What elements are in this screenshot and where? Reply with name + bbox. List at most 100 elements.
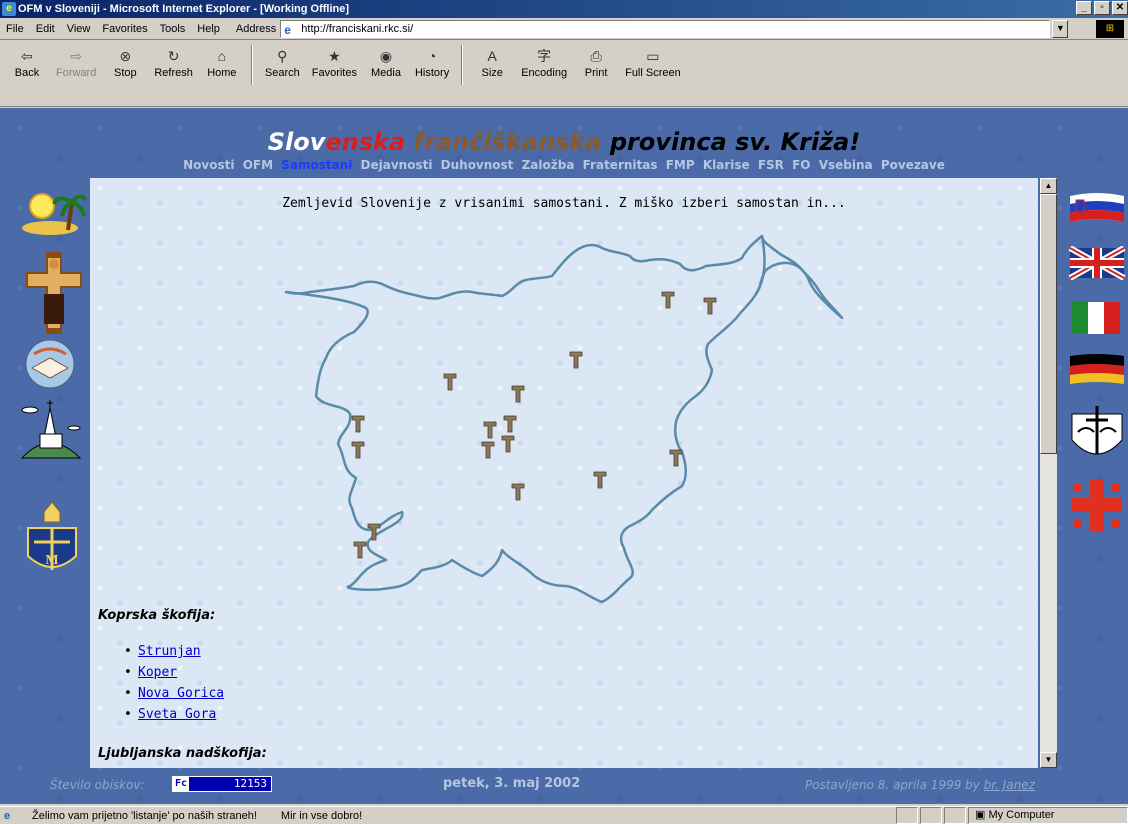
menu-view[interactable]: View <box>61 23 97 35</box>
computer-icon: ▣ <box>975 809 989 821</box>
forward-icon: ⇨ <box>70 48 83 64</box>
stop-button[interactable]: ⊗ Stop <box>102 45 148 79</box>
status-cell <box>896 807 918 824</box>
menu-tools[interactable]: Tools <box>154 23 192 35</box>
print-button[interactable]: ⎙ Print <box>573 45 619 79</box>
jerusalem-cross-icon[interactable] <box>1068 476 1126 536</box>
home-button[interactable]: ⌂ Home <box>199 45 245 79</box>
refresh-label: Refresh <box>154 67 193 79</box>
back-label: Back <box>14 67 40 79</box>
forward-button[interactable]: ⇨ Forward <box>50 45 102 79</box>
address-input[interactable]: e http://franciskani.rkc.si/ <box>280 19 1051 38</box>
menu-edit[interactable]: Edit <box>30 23 61 35</box>
media-button[interactable]: ◉ Media <box>363 45 409 79</box>
slovenia-map[interactable] <box>90 208 1038 628</box>
diocese-heading-koper: Koprska škofija: <box>98 608 216 623</box>
close-button[interactable]: ✕ <box>1112 1 1128 15</box>
nav-duhovnost[interactable]: Duhovnost <box>441 158 514 172</box>
monastery-marker[interactable] <box>661 291 675 309</box>
back-icon: ⇦ <box>21 48 33 64</box>
nav-vsebina[interactable]: Vsebina <box>819 158 873 172</box>
content-scrollbar[interactable]: ▲ ▼ <box>1040 178 1057 768</box>
nav-ofm[interactable]: OFM <box>243 158 273 172</box>
church-hill-icon[interactable] <box>20 398 86 464</box>
scroll-thumb[interactable] <box>1040 194 1057 454</box>
search-button[interactable]: ⚲ Search <box>259 45 306 79</box>
papal-coat-of-arms-icon[interactable]: M <box>20 498 86 578</box>
refresh-icon: ↻ <box>167 48 180 64</box>
link-nova-gorica[interactable]: Nova Gorica <box>138 686 224 701</box>
stop-icon: ⊗ <box>119 48 132 64</box>
monastery-marker[interactable] <box>703 297 717 315</box>
uk-flag-icon[interactable] <box>1068 246 1126 280</box>
menu-favorites[interactable]: Favorites <box>96 23 153 35</box>
monastery-marker[interactable] <box>569 351 583 369</box>
german-flag-icon[interactable] <box>1068 352 1126 388</box>
address-dropdown-button[interactable]: ▼ <box>1052 19 1069 38</box>
minimize-button[interactable]: _ <box>1076 1 1092 15</box>
history-label: History <box>414 67 450 79</box>
monastery-marker[interactable] <box>443 373 457 391</box>
monastery-marker[interactable] <box>367 523 381 541</box>
media-label: Media <box>371 67 401 79</box>
scroll-up-button[interactable]: ▲ <box>1040 178 1057 194</box>
monastery-marker[interactable] <box>481 441 495 459</box>
content-panel: Zemljevid Slovenije z vrisanimi samostan… <box>90 178 1038 768</box>
franciscan-emblem-icon[interactable] <box>1068 404 1126 466</box>
monastery-marker[interactable] <box>511 385 525 403</box>
scroll-down-button[interactable]: ▼ <box>1040 752 1057 768</box>
nav-fmp[interactable]: FMP <box>666 158 695 172</box>
favorites-icon: ★ <box>328 48 341 64</box>
back-button[interactable]: ⇦ Back <box>4 45 50 79</box>
nav-povezave[interactable]: Povezave <box>881 158 945 172</box>
link-koper[interactable]: Koper <box>138 665 177 680</box>
link-sveta-gora[interactable]: Sveta Gora <box>138 707 216 722</box>
san-damiano-cross-icon[interactable] <box>20 250 86 336</box>
refresh-button[interactable]: ↻ Refresh <box>148 45 199 79</box>
security-zone: ▣ My Computer <box>968 807 1128 824</box>
list-item: • Sveta Gora <box>124 707 217 722</box>
koper-monastery-list: • Strunjan • Koper • Nova Gorica • Sveta Gor… <box>124 644 224 728</box>
nav-klarise[interactable]: Klarise <box>703 158 750 172</box>
status-bar: e Želimo vam prijetno 'listanje' po naši… <box>0 806 1128 824</box>
search-label: Search <box>264 67 300 79</box>
home-label: Home <box>207 67 237 79</box>
monastery-marker[interactable] <box>351 415 365 433</box>
monastery-marker[interactable] <box>483 421 497 439</box>
nav-samostani[interactable]: Samostani <box>281 158 352 172</box>
nav-fraternitas[interactable]: Fraternitas <box>583 158 658 172</box>
history-button[interactable]: ◔ History <box>409 45 455 79</box>
media-icon: ◉ <box>379 48 393 64</box>
encoding-button[interactable]: 字 Encoding <box>515 45 573 79</box>
title-part: enska <box>325 128 406 156</box>
nav-fo[interactable]: FO <box>792 158 810 172</box>
monastery-marker[interactable] <box>511 483 525 501</box>
status-cells: ▣ My Computer <box>894 807 1128 824</box>
monastery-marker[interactable] <box>669 449 683 467</box>
monastery-marker[interactable] <box>593 471 607 489</box>
monastery-marker[interactable] <box>503 415 517 433</box>
beach-palm-icon[interactable] <box>20 188 86 238</box>
monastery-marker[interactable] <box>353 541 367 559</box>
nav-zalozba[interactable]: Založba <box>522 158 575 172</box>
menu-file[interactable]: File <box>0 23 30 35</box>
monasteries-layer <box>351 291 717 559</box>
size-button[interactable]: A Size <box>469 45 515 79</box>
author-link[interactable]: br. Janez <box>984 778 1035 792</box>
visits-label: Število obiskov: <box>50 778 145 792</box>
menu-help[interactable]: Help <box>191 23 226 35</box>
full-screen-button[interactable]: ▭ Full Screen <box>619 45 687 79</box>
nav-novosti[interactable]: Novosti <box>183 158 234 172</box>
nav-dejavnosti[interactable]: Dejavnosti <box>361 158 433 172</box>
maximize-button[interactable]: ▫ <box>1094 1 1110 15</box>
italian-flag-icon[interactable] <box>1068 298 1126 338</box>
slovenian-flag-icon[interactable] <box>1068 192 1126 226</box>
monastery-marker[interactable] <box>351 441 365 459</box>
monastery-marker[interactable] <box>501 435 515 453</box>
nav-fsr[interactable]: FSR <box>758 158 784 172</box>
link-strunjan[interactable]: Strunjan <box>138 644 201 659</box>
visit-counter[interactable]: Fc 12153 <box>172 776 272 792</box>
favorites-button[interactable]: ★ Favorites <box>306 45 363 79</box>
status-cell <box>944 807 966 824</box>
globe-book-icon[interactable] <box>20 338 86 390</box>
